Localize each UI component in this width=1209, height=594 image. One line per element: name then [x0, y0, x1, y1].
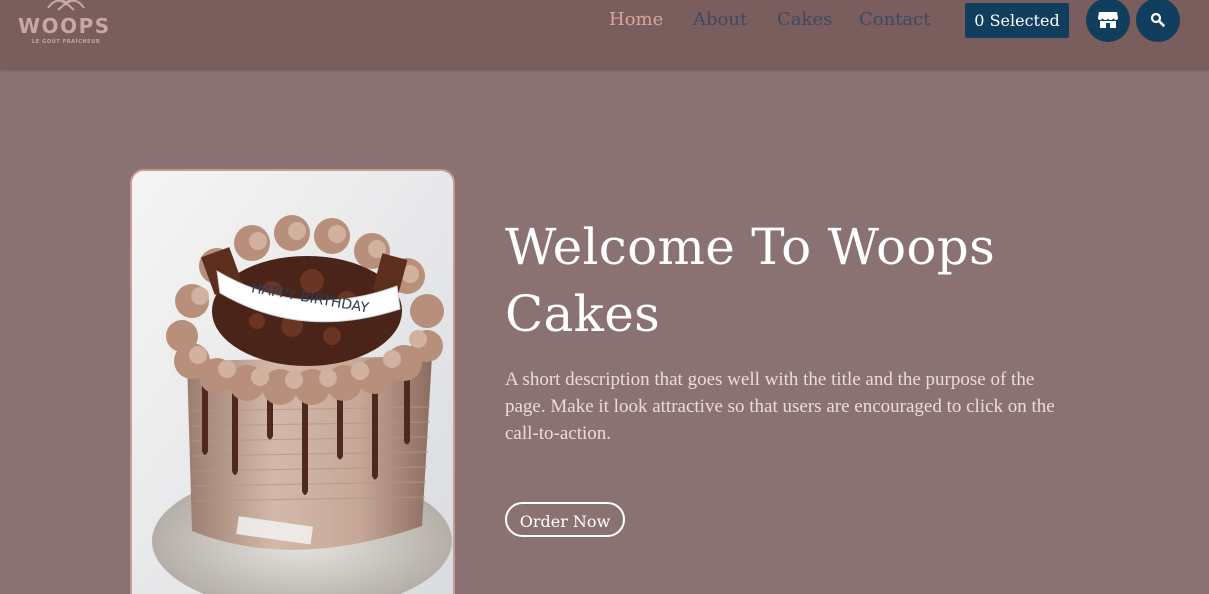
search-button[interactable]	[1136, 0, 1180, 42]
hero-title: Welcome To Woops Cakes	[505, 218, 996, 343]
search-icon	[1150, 12, 1165, 27]
order-now-button[interactable]: Order Now	[505, 502, 625, 537]
main-nav: Home About Cakes Contact	[609, 9, 939, 33]
nav-link-cakes[interactable]: Cakes	[777, 9, 859, 33]
logo-tagline: LE GOÛT FRAÎCHEUR	[32, 39, 101, 45]
hero-cake-image: HAPPY BIRTHDAY	[130, 169, 455, 594]
cake-illustration: HAPPY BIRTHDAY	[132, 171, 453, 594]
logo-emblem-icon	[47, 0, 85, 11]
nav-link-about[interactable]: About	[693, 9, 777, 33]
site-header: WOOPS LE GOÛT FRAÎCHEUR Home About Cakes…	[0, 0, 1209, 70]
store-icon	[1098, 12, 1118, 28]
nav-link-home[interactable]: Home	[609, 9, 693, 33]
selected-count-button[interactable]: 0 Selected	[965, 3, 1069, 38]
nav-link-contact[interactable]: Contact	[859, 9, 939, 33]
page: WOOPS LE GOÛT FRAÎCHEUR Home About Cakes…	[0, 0, 1209, 594]
site-logo[interactable]: WOOPS LE GOÛT FRAÎCHEUR	[14, 0, 118, 52]
logo-wordmark: WOOPS	[18, 14, 111, 38]
hero-description: A short description that goes well with …	[505, 369, 1055, 444]
store-button[interactable]	[1086, 0, 1130, 42]
